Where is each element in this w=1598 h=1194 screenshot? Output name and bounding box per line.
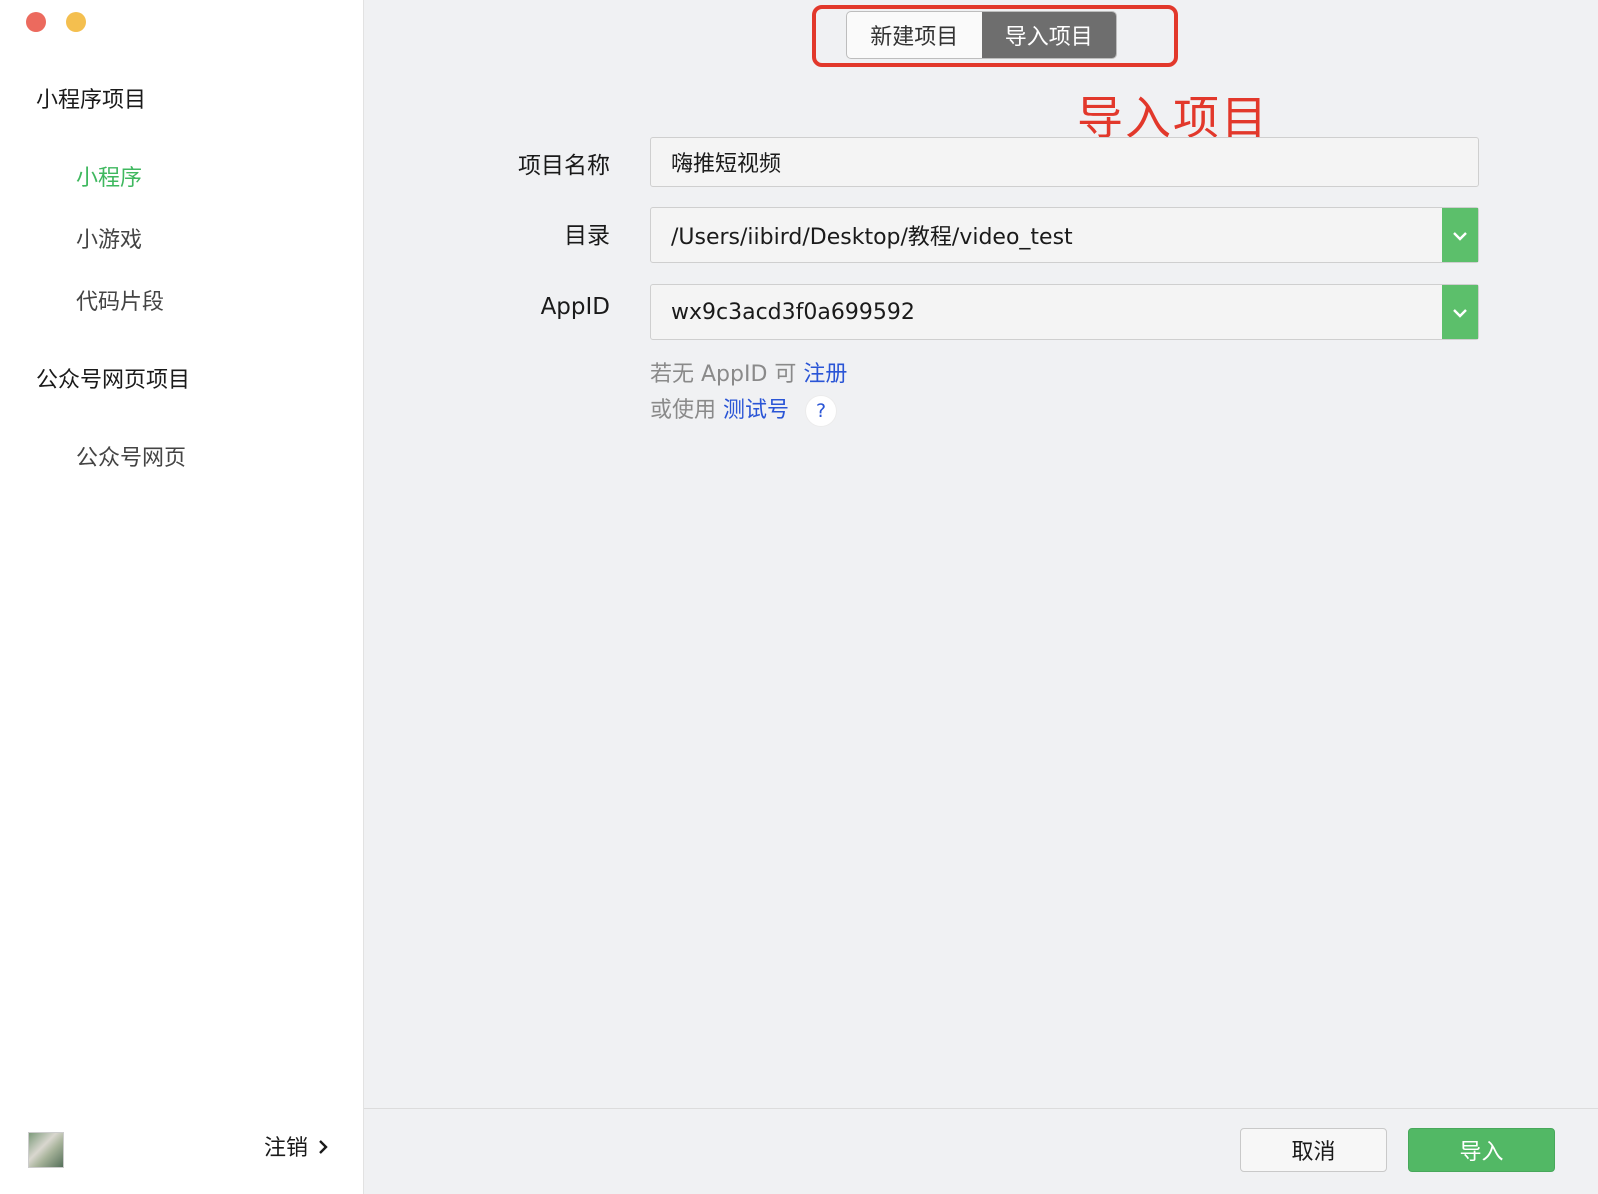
annotation-highlight-box [812, 5, 1178, 67]
chevron-down-icon [1453, 226, 1467, 245]
sidebar-item-miniprogram[interactable]: 小程序 [76, 160, 142, 192]
project-name-label: 项目名称 [518, 153, 610, 179]
project-name-input[interactable] [651, 138, 1478, 186]
directory-field: /Users/iibird/Desktop/教程/video_test [650, 207, 1479, 263]
directory-dropdown-button[interactable] [1442, 208, 1478, 262]
test-account-link[interactable]: 测试号 [723, 398, 789, 423]
register-hint-text: 若无 AppID 可 [650, 362, 797, 387]
sidebar-item-minigame[interactable]: 小游戏 [76, 222, 142, 254]
close-window-button[interactable] [26, 12, 46, 32]
project-name-field [650, 137, 1479, 187]
minimize-window-button[interactable] [66, 12, 86, 32]
sidebar: 小程序项目 小程序 小游戏 代码片段 公众号网页项目 公众号网页 注销 [0, 0, 364, 1194]
chevron-right-icon [318, 1138, 328, 1159]
footer-divider [364, 1108, 1598, 1109]
test-account-hint-text: 或使用 [650, 398, 717, 423]
help-icon[interactable]: ? [806, 396, 837, 426]
appid-field: wx9c3acd3f0a699592 [650, 284, 1479, 340]
sidebar-item-code-snippet[interactable]: 代码片段 [76, 284, 164, 316]
appid-register-hint: 若无 AppID 可 注册 [650, 356, 847, 388]
register-link[interactable]: 注册 [803, 362, 847, 387]
sidebar-item-official-account-webpage[interactable]: 公众号网页 [76, 440, 186, 472]
test-account-hint: 或使用 测试号 ? [650, 392, 837, 426]
chevron-down-icon [1453, 303, 1467, 322]
sidebar-group-official-account-projects: 公众号网页项目 [36, 368, 191, 393]
appid-value[interactable]: wx9c3acd3f0a699592 [651, 300, 1442, 325]
import-button[interactable]: 导入 [1408, 1128, 1555, 1172]
appid-dropdown-button[interactable] [1442, 285, 1478, 339]
sidebar-group-miniprogram-projects: 小程序项目 [36, 88, 147, 113]
logout-label: 注销 [264, 1136, 309, 1161]
directory-label: 目录 [564, 223, 610, 249]
logout-button[interactable]: 注销 [264, 1130, 328, 1162]
avatar[interactable] [28, 1132, 64, 1168]
directory-value[interactable]: /Users/iibird/Desktop/教程/video_test [651, 219, 1442, 251]
app-window: 小程序项目 小程序 小游戏 代码片段 公众号网页项目 公众号网页 注销 新建项目… [0, 0, 1598, 1194]
cancel-button[interactable]: 取消 [1240, 1128, 1387, 1172]
appid-label: AppID [540, 294, 610, 320]
